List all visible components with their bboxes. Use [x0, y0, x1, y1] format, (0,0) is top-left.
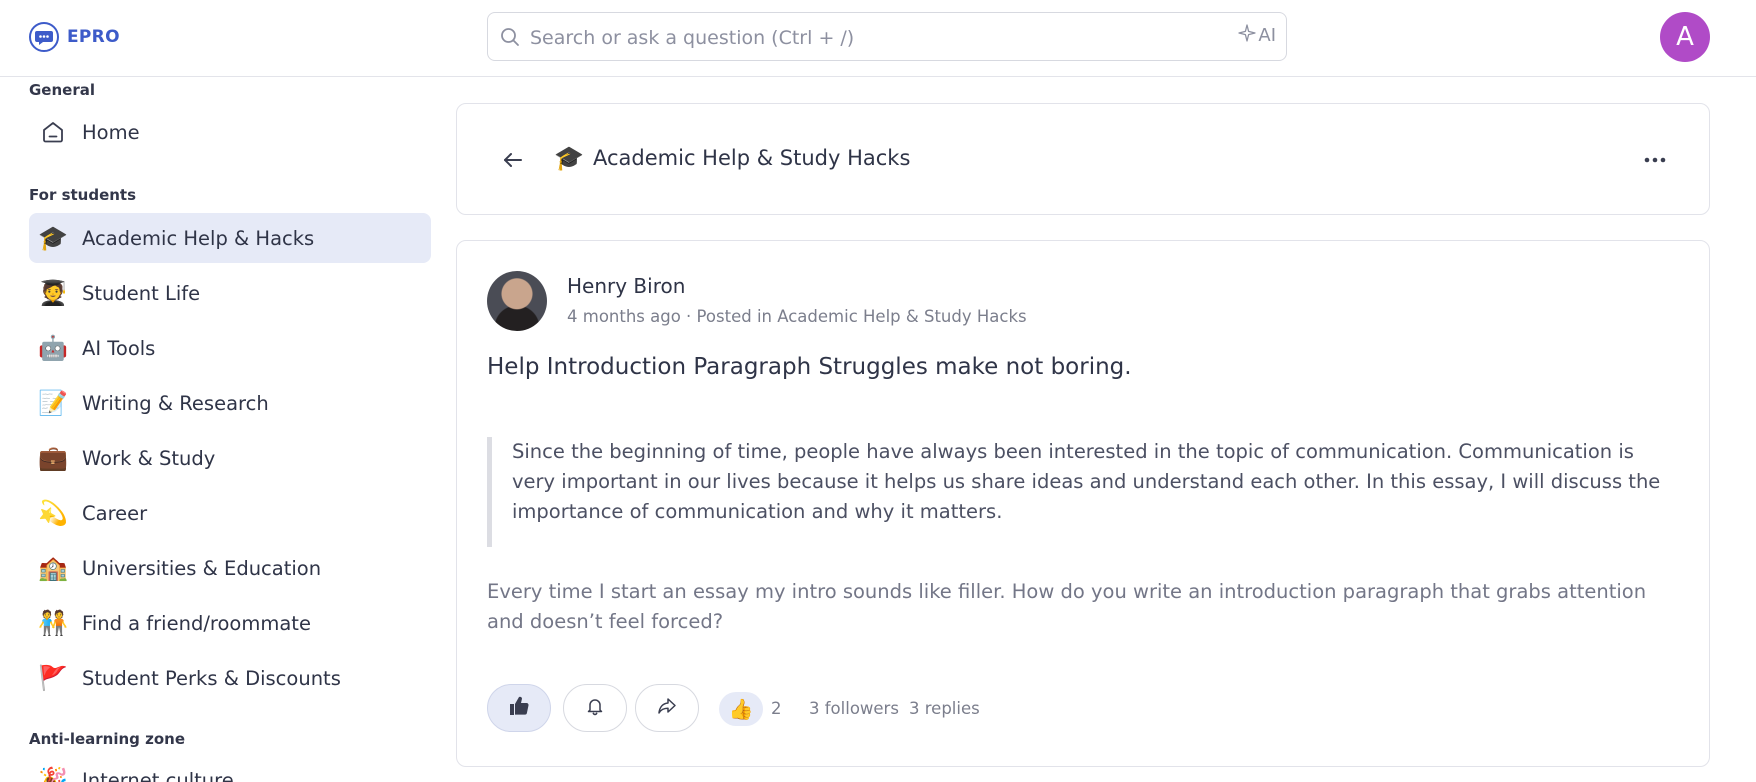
graduation-cap-icon: 🎓 [554, 144, 584, 172]
sidebar-item-internet-culture[interactable]: 🎉 Internet culture [29, 755, 431, 782]
robot-icon: 🤖 [38, 334, 68, 362]
flag-icon: 🚩 [38, 664, 68, 692]
sidebar-item-label: Student Life [82, 281, 201, 305]
student-icon: 🧑‍🎓 [38, 279, 68, 307]
sidebar-item-student-life[interactable]: 🧑‍🎓 Student Life [29, 268, 431, 318]
sidebar-item-label: Career [82, 501, 148, 525]
like-button[interactable] [487, 684, 551, 732]
post-meta: 4 months ago · Posted in Academic Help &… [567, 307, 1027, 326]
more-options-icon[interactable] [1641, 148, 1669, 172]
post-card: Henry Biron 4 months ago · Posted in Aca… [456, 240, 1710, 767]
ai-button[interactable]: AI [1238, 24, 1276, 47]
sidebar-item-label: Home [82, 120, 140, 144]
post-body: Every time I start an essay my intro sou… [487, 580, 1647, 633]
sidebar-item-label: Find a friend/roommate [82, 611, 311, 635]
post-title: Help Introduction Paragraph Struggles ma… [487, 354, 1132, 380]
replies-count[interactable]: 3 replies [909, 699, 980, 718]
top-bar: EPRO AI A [0, 0, 1756, 77]
followers-count[interactable]: 3 followers [809, 699, 899, 718]
reaction-count: 2 [771, 699, 782, 718]
sidebar-item-label: Universities & Education [82, 556, 322, 580]
thumbs-up-reaction-icon[interactable]: 👍 [719, 692, 763, 726]
share-button[interactable] [635, 684, 699, 732]
sidebar-item-student-perks[interactable]: 🚩 Student Perks & Discounts [29, 653, 431, 703]
brand[interactable]: EPRO [29, 22, 120, 52]
sidebar-item-label: Student Perks & Discounts [82, 666, 341, 690]
sidebar-item-writing-research[interactable]: 📝 Writing & Research [29, 378, 431, 428]
follow-button[interactable] [563, 684, 627, 732]
people-icon: 🧑‍🤝‍🧑 [38, 609, 68, 637]
back-arrow-icon[interactable] [499, 146, 527, 174]
chat-bubble-logo-icon [29, 22, 59, 52]
sidebar-item-universities[interactable]: 🏫 Universities & Education [29, 543, 431, 593]
sidebar-item-label: Internet culture [82, 768, 234, 782]
memo-icon: 📝 [38, 389, 68, 417]
sidebar-item-work-study[interactable]: 💼 Work & Study [29, 433, 431, 483]
sparkle-icon [1238, 24, 1257, 47]
category-header: 🎓 Academic Help & Study Hacks [456, 103, 1710, 215]
party-icon: 🎉 [38, 766, 68, 782]
author-avatar[interactable] [487, 271, 547, 331]
sidebar-item-label: Work & Study [82, 446, 216, 470]
briefcase-icon: 💼 [38, 444, 68, 472]
sidebar-heading-general: General [29, 81, 95, 99]
user-avatar[interactable]: A [1660, 12, 1710, 62]
search-icon [499, 26, 521, 48]
share-arrow-icon [656, 695, 678, 721]
sidebar-item-ai-tools[interactable]: 🤖 AI Tools [29, 323, 431, 373]
author-name[interactable]: Henry Biron [567, 274, 685, 298]
page-title: Academic Help & Study Hacks [593, 146, 911, 170]
sidebar: General Home For students 🎓 Academic Hel… [0, 77, 440, 782]
sidebar-heading-anti-learning: Anti-learning zone [29, 730, 186, 748]
brand-name: EPRO [67, 27, 120, 47]
sidebar-item-academic-help[interactable]: 🎓 Academic Help & Hacks [29, 213, 431, 263]
search-bar[interactable]: AI [487, 12, 1287, 62]
sidebar-item-find-friend[interactable]: 🧑‍🤝‍🧑 Find a friend/roommate [29, 598, 431, 648]
graduation-cap-icon: 🎓 [38, 224, 68, 252]
sidebar-heading-for-students: For students [29, 186, 137, 204]
thumbs-up-icon [507, 694, 531, 722]
school-icon: 🏫 [38, 554, 68, 582]
home-icon [37, 116, 69, 148]
sidebar-item-label: AI Tools [82, 336, 156, 360]
sidebar-item-home[interactable]: Home [29, 107, 431, 157]
ai-label: AI [1258, 25, 1276, 46]
sidebar-item-label: Academic Help & Hacks [82, 226, 315, 250]
bell-icon [585, 696, 605, 720]
dizzy-star-icon: 💫 [38, 499, 68, 527]
sidebar-item-label: Writing & Research [82, 391, 269, 415]
search-input[interactable] [528, 13, 1212, 62]
post-quote: Since the beginning of time, people have… [487, 437, 1677, 547]
sidebar-item-career[interactable]: 💫 Career [29, 488, 431, 538]
